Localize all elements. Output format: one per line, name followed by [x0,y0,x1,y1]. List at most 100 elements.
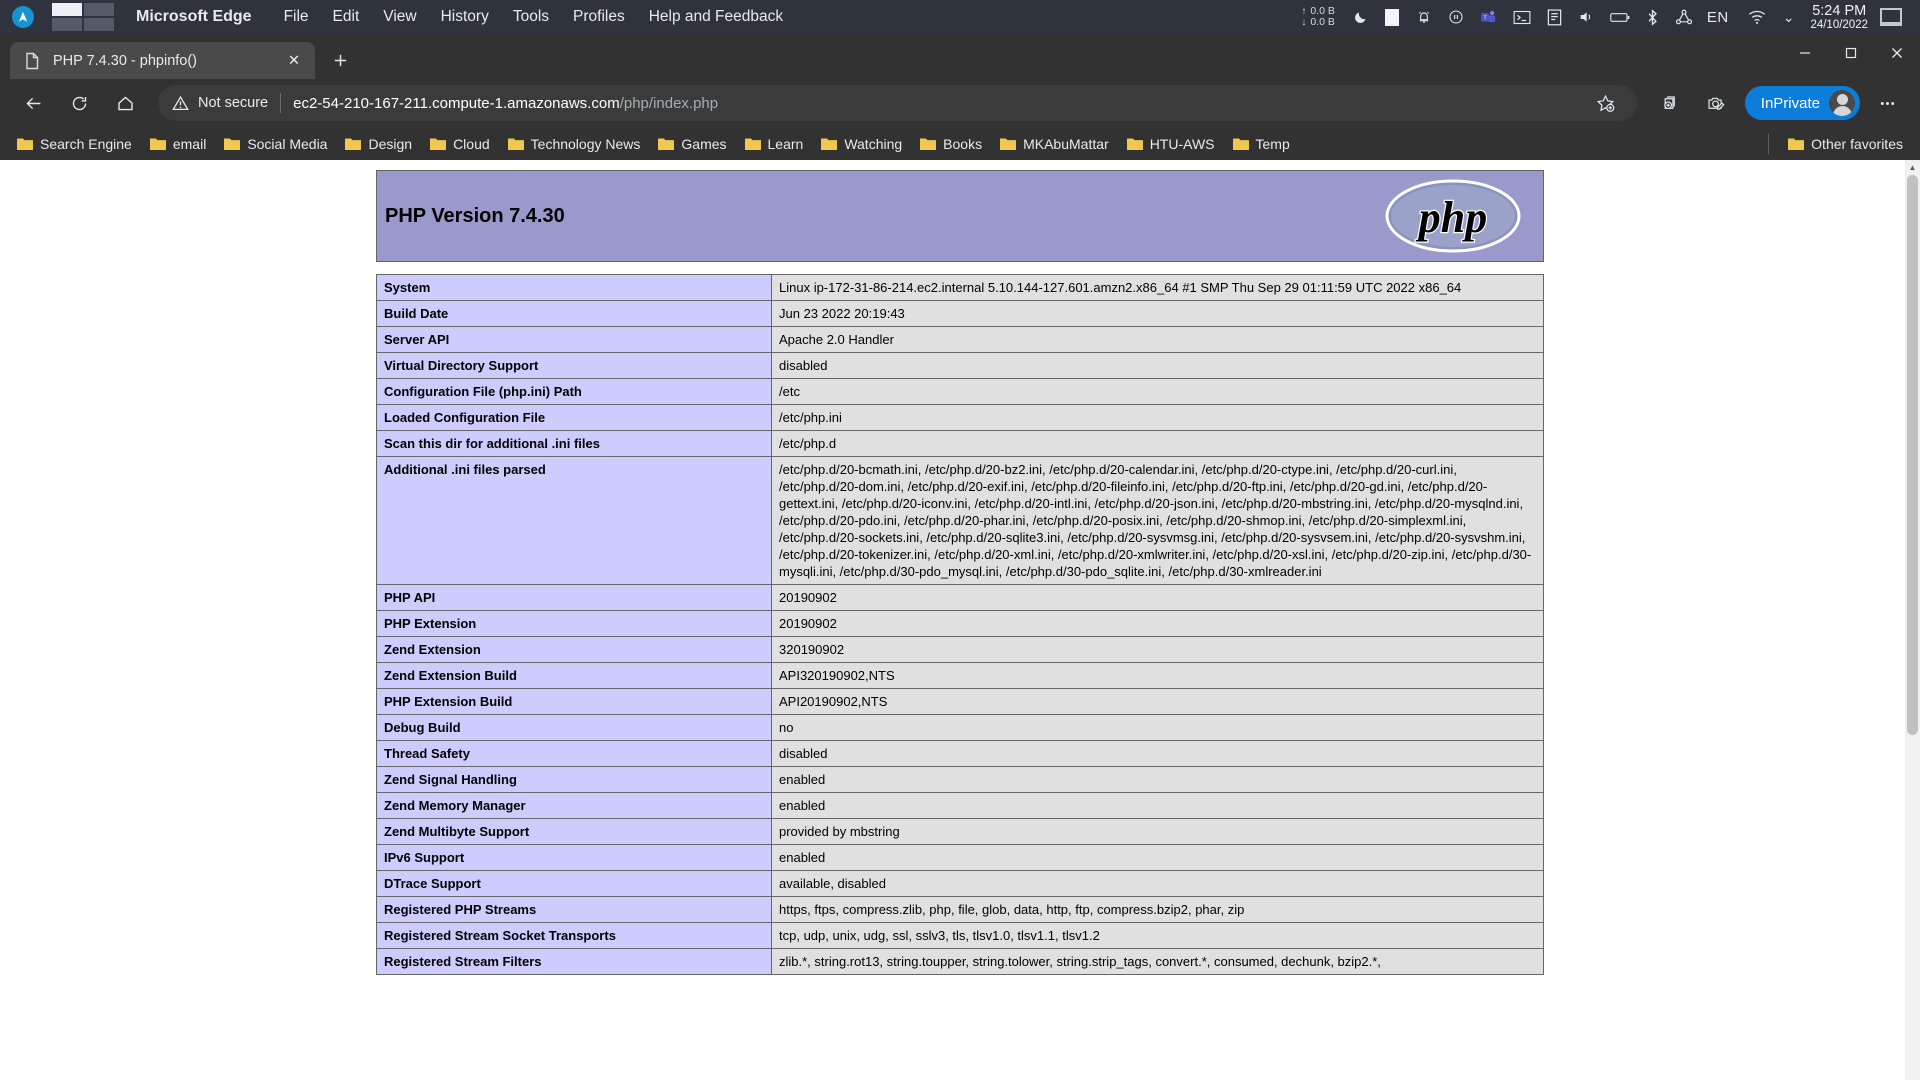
inprivate-label: InPrivate [1760,94,1820,112]
upload-arrow-icon: ↑ [1301,6,1307,17]
page-scrollbar[interactable]: ▲ [1905,160,1920,1080]
bookmark-other-favorites[interactable]: Other favorites [1779,131,1912,157]
menu-profiles[interactable]: Profiles [561,8,637,26]
address-bar[interactable]: Not secure ec2-54-210-167-211.compute-1.… [158,85,1637,121]
bell-notification-icon[interactable] [1416,0,1432,34]
bookmark-books[interactable]: Books [911,131,991,157]
clock[interactable]: 5:24 PM 24/10/2022 [1810,3,1868,32]
show-desktop-button[interactable] [1880,8,1902,26]
tab-close-icon[interactable]: ✕ [281,48,307,74]
row-key: System [376,274,772,301]
network-connections-icon[interactable] [1675,0,1693,34]
menu-tools[interactable]: Tools [501,8,561,26]
arch-logo-icon[interactable] [12,6,34,28]
folder-icon [1788,137,1805,150]
table-row: Build Date Jun 23 2022 20:19:43 [376,300,1544,327]
keyboard-language-indicator[interactable]: EN [1707,9,1729,26]
clipboard-white-icon[interactable] [1384,0,1400,34]
bookmark-search-engine[interactable]: Search Engine [8,131,141,157]
bookmark-label: Books [943,135,983,152]
maximize-button[interactable] [1828,34,1874,72]
scrollbar-thumb[interactable] [1907,175,1918,735]
url-text[interactable]: ec2-54-210-167-211.compute-1.amazonaws.c… [293,95,1583,112]
home-icon[interactable] [107,85,143,121]
network-rate-indicator: ↑ ↓ 0.0 B 0.0 B [1301,6,1335,29]
folder-icon [1232,137,1249,150]
screenshot-edit-icon[interactable] [1698,85,1734,121]
workspace-4[interactable] [84,18,114,31]
folder-icon [224,137,241,150]
system-tray: ↑ ↓ 0.0 B 0.0 B T EN ⌄ 5:24 PM 24/10/202… [1301,0,1920,34]
bookmark-label: Other favorites [1811,135,1903,152]
workspace-3[interactable] [52,18,82,31]
volume-icon[interactable] [1578,0,1594,34]
avatar[interactable] [1829,90,1855,116]
back-arrow-icon[interactable] [15,85,51,121]
bookmark-label: HTU-AWS [1149,135,1215,152]
bookmark-label: Technology News [530,135,641,152]
download-arrow-icon: ↓ [1301,17,1307,28]
minimize-button[interactable] [1782,34,1828,72]
row-key: Zend Extension [376,636,772,663]
bookmark-games[interactable]: Games [649,131,735,157]
menu-history[interactable]: History [429,8,501,26]
microsoft-teams-icon[interactable]: T [1480,0,1497,34]
row-value: zlib.*, string.rot13, string.toupper, st… [771,948,1544,975]
bookmark-learn[interactable]: Learn [736,131,813,157]
menu-help-and-feedback[interactable]: Help and Feedback [637,8,795,26]
row-value: available, disabled [771,870,1544,897]
row-key: Configuration File (php.ini) Path [376,378,772,405]
folder-icon [1126,137,1143,150]
row-value: Apache 2.0 Handler [771,326,1544,353]
row-key: Virtual Directory Support [376,352,772,379]
bluetooth-icon[interactable] [1646,0,1659,34]
row-key: Zend Multibyte Support [376,818,772,845]
new-tab-button[interactable] [325,45,355,75]
bookmark-social-media[interactable]: Social Media [215,131,336,157]
close-window-button[interactable] [1874,34,1920,72]
battery-icon[interactable] [1610,0,1630,34]
inprivate-indicator[interactable]: InPrivate [1744,86,1860,120]
scroll-up-arrow[interactable]: ▲ [1905,160,1920,175]
moon-icon[interactable] [1353,0,1368,34]
bookmark-temp[interactable]: Temp [1224,131,1299,157]
pause-circle-icon[interactable] [1448,0,1464,34]
clipboard-icon[interactable] [1547,0,1562,34]
row-value: disabled [771,352,1544,379]
star-add-icon[interactable] [1588,85,1624,121]
row-key: Build Date [376,300,772,327]
row-key: Zend Signal Handling [376,766,772,793]
page-icon [24,52,41,69]
menu-view[interactable]: View [371,8,428,26]
bookmark-mkabumattar[interactable]: MKAbuMattar [991,131,1118,157]
collections-add-icon[interactable] [1652,85,1688,121]
bookmark-cloud[interactable]: Cloud [421,131,499,157]
bookmark-technology-news[interactable]: Technology News [499,131,650,157]
global-menu-bar[interactable]: File Edit View History Tools Profiles He… [272,8,796,26]
row-value: /etc/php.d [771,430,1544,457]
row-value: 20190902 [771,610,1544,637]
bookmark-design[interactable]: Design [336,131,421,157]
browser-tab[interactable]: PHP 7.4.30 - phpinfo() ✕ [10,42,315,79]
more-options-icon[interactable] [1869,85,1905,121]
workspace-switcher[interactable] [52,3,114,31]
workspace-2[interactable] [84,3,114,16]
bookmark-htu-aws[interactable]: HTU-AWS [1118,131,1224,157]
wifi-icon[interactable] [1747,0,1767,34]
bookmarks-bar: Search Engine email Social Media Design … [0,127,1920,160]
bookmark-watching[interactable]: Watching [812,131,911,157]
chevron-down-icon[interactable]: ⌄ [1783,0,1795,34]
bookmark-email[interactable]: email [141,131,215,157]
svg-text:T: T [1483,15,1487,21]
menu-file[interactable]: File [272,8,321,26]
toolbar-right-actions: InPrivate [1647,85,1910,121]
table-row: Zend Multibyte Support provided by mbstri… [376,818,1544,845]
phpinfo-container: PHP Version 7.4.30 php System Linux ip-17… [376,170,1544,975]
bookmark-label: Design [368,135,413,152]
workspace-1[interactable] [52,3,82,16]
terminal-icon[interactable] [1513,0,1531,34]
reload-icon[interactable] [61,85,97,121]
site-security-indicator[interactable]: Not secure [172,95,268,111]
table-row: Registered Stream Filters zlib.*, string.… [376,948,1544,975]
menu-edit[interactable]: Edit [321,8,372,26]
